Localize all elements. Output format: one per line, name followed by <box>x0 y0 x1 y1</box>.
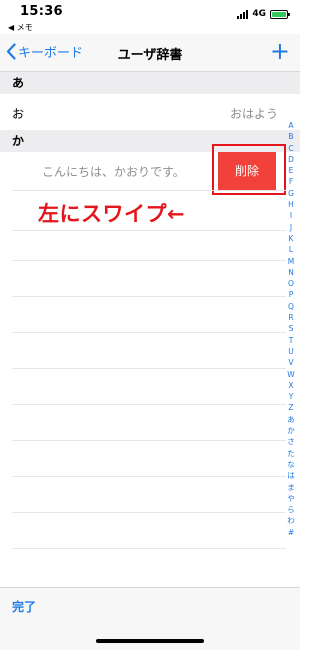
section-index-item[interactable]: K <box>289 233 294 244</box>
section-index-item[interactable]: P <box>289 289 294 300</box>
entry-word: おはよう <box>229 107 278 121</box>
section-index-item[interactable]: T <box>289 335 294 346</box>
section-index-item[interactable]: V <box>288 357 293 368</box>
row-divider <box>12 260 286 261</box>
section-index-item[interactable]: X <box>288 380 293 391</box>
row-divider <box>12 368 286 369</box>
network-type: 4G <box>252 9 266 19</box>
section-header-a: あ <box>0 72 300 94</box>
section-index-item[interactable]: な <box>287 459 295 470</box>
row-divider <box>12 190 286 191</box>
section-index-item[interactable]: H <box>288 199 294 210</box>
done-button[interactable]: 完了 <box>12 598 36 615</box>
row-divider <box>12 230 286 231</box>
row-divider <box>12 332 286 333</box>
row-divider <box>12 296 286 297</box>
section-index-item[interactable]: Y <box>289 391 294 402</box>
navigation-bar: キーボード ユーザ辞書 + <box>0 34 300 72</box>
section-index-item[interactable]: J <box>290 222 292 233</box>
list-item[interactable]: お おはよう <box>0 94 300 130</box>
row-divider <box>12 476 286 477</box>
section-index-item[interactable]: ら <box>287 504 295 515</box>
battery-icon <box>270 9 290 19</box>
section-index-item[interactable]: Q <box>288 301 294 312</box>
row-divider <box>12 548 286 549</box>
section-index-item[interactable]: W <box>287 369 294 380</box>
section-index[interactable]: A B C D E F G H I J K L M N O P Q R S T U V W X Y Z あかさたなはまやらわ # <box>284 120 298 538</box>
section-index-item[interactable]: わ <box>287 515 295 526</box>
bottom-toolbar: 完了 <box>0 587 300 650</box>
page-title: ユーザ辞書 <box>117 48 183 63</box>
section-index-item[interactable]: L <box>289 244 293 255</box>
section-index-item[interactable]: D <box>288 154 294 165</box>
section-index-item[interactable]: M <box>288 256 294 267</box>
section-index-item[interactable]: O <box>288 278 294 289</box>
section-index-item[interactable]: あ <box>287 414 295 425</box>
section-index-item[interactable]: か <box>287 425 295 436</box>
entry-reading: お <box>12 107 25 121</box>
section-index-item[interactable]: B <box>288 131 293 142</box>
highlight-frame <box>212 144 286 195</box>
section-index-item[interactable]: C <box>288 143 293 154</box>
row-divider <box>12 440 286 441</box>
section-index-item[interactable]: E <box>289 165 294 176</box>
signal-icon <box>237 9 249 19</box>
status-bar: 15:36 ◀ メモ 4G <box>0 0 300 34</box>
row-divider <box>12 404 286 405</box>
section-index-item[interactable]: G <box>288 188 294 199</box>
home-indicator[interactable] <box>96 639 204 643</box>
section-index-item[interactable]: F <box>289 176 293 187</box>
add-icon[interactable]: + <box>270 39 290 63</box>
section-index-item[interactable]: # <box>288 527 294 538</box>
section-index-item[interactable]: N <box>288 267 294 278</box>
section-index-item[interactable]: Z <box>288 402 293 413</box>
section-index-item[interactable]: た <box>287 448 295 459</box>
section-index-item[interactable]: は <box>287 470 295 481</box>
section-index-item[interactable]: ま <box>287 482 295 493</box>
section-index-item[interactable]: R <box>288 312 293 323</box>
status-indicators: 4G <box>237 9 290 19</box>
section-index-item[interactable]: U <box>288 346 294 357</box>
back-to-app-link[interactable]: ◀ メモ <box>8 22 33 33</box>
entry-text: こんにちは、かおりです。 <box>42 165 185 179</box>
battery-level <box>272 11 286 17</box>
section-index-item[interactable]: S <box>289 323 294 334</box>
section-index-item[interactable]: I <box>290 210 292 221</box>
status-time: 15:36 <box>20 4 63 19</box>
section-index-item[interactable]: さ <box>287 436 295 447</box>
row-divider <box>12 512 286 513</box>
swipe-annotation: 左にスワイプ← <box>38 202 186 226</box>
section-index-item[interactable]: A <box>288 120 293 131</box>
section-index-item[interactable]: や <box>287 493 295 504</box>
